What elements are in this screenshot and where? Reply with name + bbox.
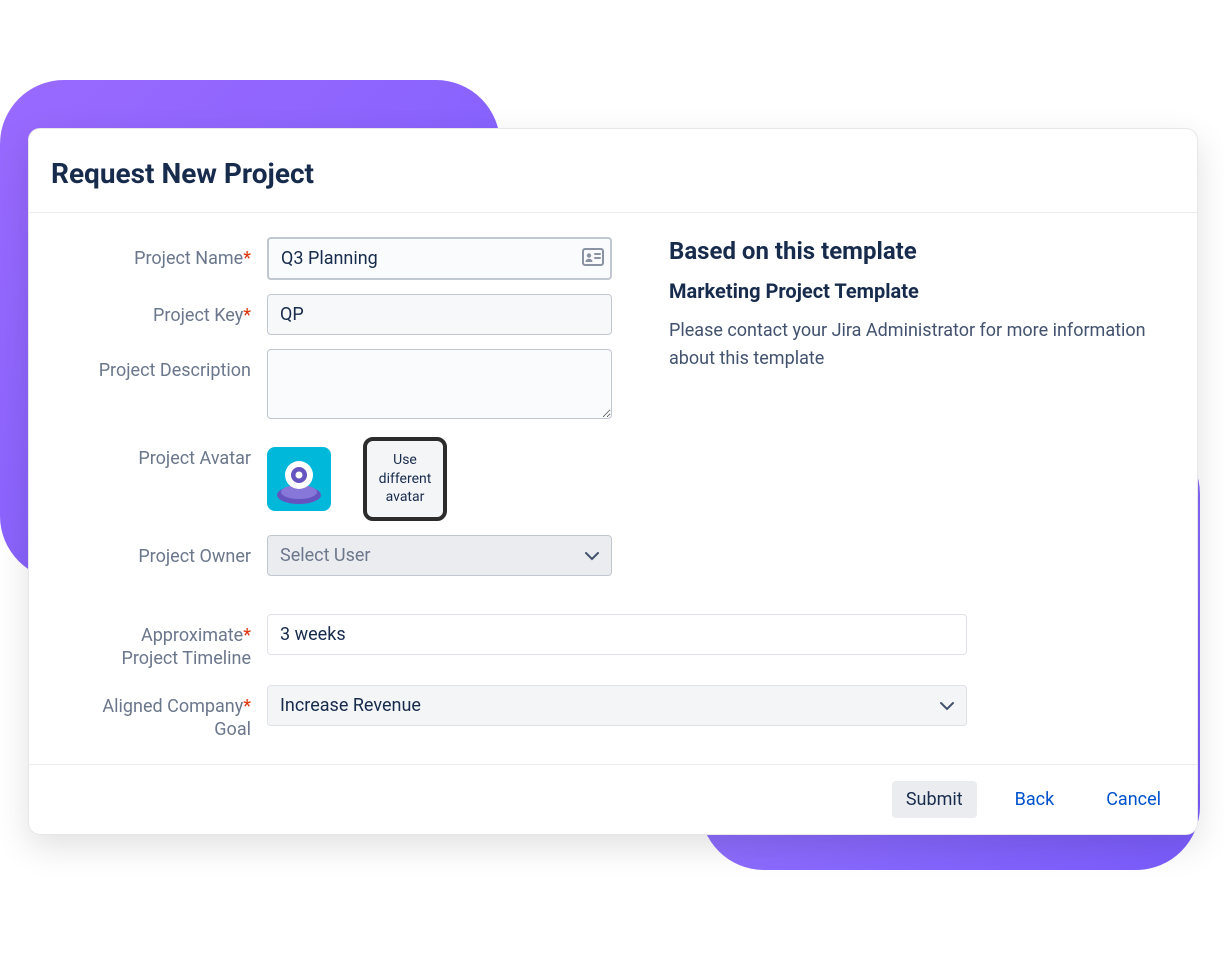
form-wide-rows: Approximate*Project Timeline Aligned Com… <box>29 614 1197 764</box>
project-owner-select[interactable]: Select User <box>267 535 612 576</box>
project-key-input[interactable] <box>267 294 612 335</box>
submit-button[interactable]: Submit <box>892 781 977 818</box>
chevron-down-icon <box>940 695 954 716</box>
label-project-description: Project Description <box>51 349 251 382</box>
use-different-avatar-button[interactable]: Use different avatar <box>363 437 447 521</box>
project-avatar-icon <box>267 447 331 511</box>
form-column: Project Name* Project Key* Project Descr… <box>51 237 621 590</box>
dialog-header: Request New Project <box>29 129 1197 213</box>
project-owner-placeholder: Select User <box>280 545 371 566</box>
template-description: Please contact your Jira Administrator f… <box>669 317 1175 373</box>
company-goal-select[interactable]: Increase Revenue <box>267 685 967 726</box>
label-company-goal: Aligned Company*Goal <box>51 685 251 742</box>
timeline-input[interactable] <box>267 614 967 655</box>
label-project-avatar: Project Avatar <box>51 437 251 470</box>
label-project-name: Project Name* <box>51 237 251 270</box>
dialog-title: Request New Project <box>51 157 1169 190</box>
project-name-input[interactable] <box>267 237 612 280</box>
label-timeline: Approximate*Project Timeline <box>51 614 251 671</box>
template-info: Based on this template Marketing Project… <box>669 237 1175 590</box>
cancel-button[interactable]: Cancel <box>1092 781 1175 818</box>
row-project-owner: Project Owner Select User <box>51 535 621 576</box>
chevron-down-icon <box>585 545 599 566</box>
row-project-avatar: Project Avatar Use different avatar <box>51 437 621 521</box>
row-project-key: Project Key* <box>51 294 621 335</box>
template-heading: Based on this template <box>669 237 1175 265</box>
dialog-body: Project Name* Project Key* Project Descr… <box>29 213 1197 614</box>
project-description-input[interactable] <box>267 349 612 419</box>
label-project-key: Project Key* <box>51 294 251 327</box>
row-project-name: Project Name* <box>51 237 621 280</box>
request-project-dialog: Request New Project Project Name* Projec… <box>28 128 1198 835</box>
company-goal-value: Increase Revenue <box>280 695 421 716</box>
row-timeline: Approximate*Project Timeline <box>51 614 1175 671</box>
back-button[interactable]: Back <box>1001 781 1069 818</box>
template-name: Marketing Project Template <box>669 279 1175 303</box>
contact-card-icon <box>582 248 604 270</box>
label-project-owner: Project Owner <box>51 535 251 568</box>
row-company-goal: Aligned Company*Goal Increase Revenue <box>51 685 1175 742</box>
row-project-description: Project Description <box>51 349 621 423</box>
dialog-footer: Submit Back Cancel <box>29 764 1197 834</box>
